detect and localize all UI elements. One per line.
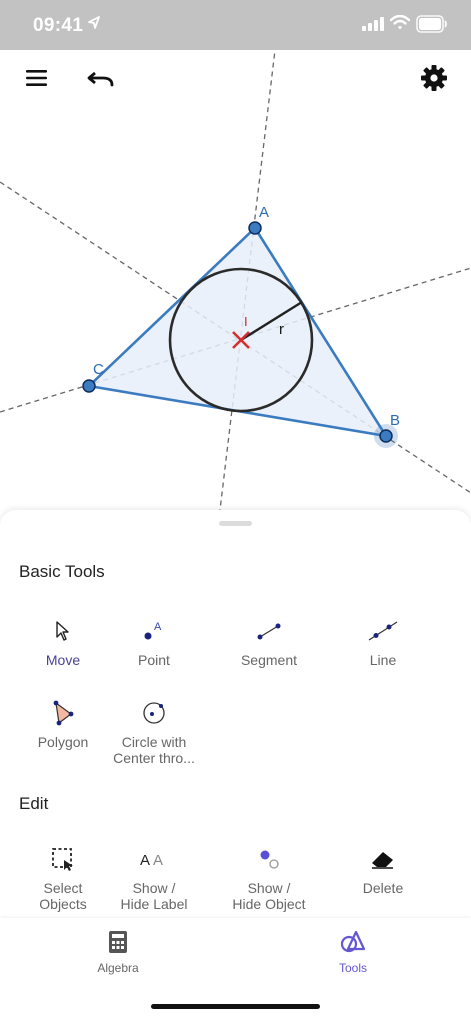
label-point-b: B bbox=[390, 412, 401, 429]
polygon-icon bbox=[53, 700, 74, 726]
point-icon: A bbox=[144, 621, 162, 640]
wifi-icon bbox=[390, 15, 410, 30]
svg-text:A: A bbox=[153, 852, 163, 869]
show-hide-object-icon bbox=[260, 850, 279, 869]
label-incenter: I bbox=[244, 314, 248, 329]
tool-label: Segment bbox=[240, 652, 298, 668]
calculator-icon bbox=[109, 931, 127, 953]
tool-delete[interactable]: Delete bbox=[328, 842, 438, 896]
tool-show-hide-object[interactable]: Show / Hide Object bbox=[214, 842, 324, 912]
label-radius: r bbox=[279, 321, 284, 338]
status-time: 09:41 bbox=[33, 15, 84, 36]
home-indicator bbox=[151, 1004, 320, 1009]
tool-point[interactable]: A Point bbox=[99, 614, 209, 668]
tab-label: Algebra bbox=[97, 961, 139, 975]
label-point-a: A bbox=[259, 204, 270, 221]
triangle-abc[interactable] bbox=[87, 226, 388, 438]
location-icon bbox=[88, 16, 100, 29]
tool-label: Show / Hide Label bbox=[120, 880, 188, 912]
battery-icon bbox=[416, 15, 447, 33]
eraser-icon bbox=[372, 852, 393, 869]
cursor-arrow-icon bbox=[56, 621, 69, 641]
tab-tools[interactable]: Tools bbox=[308, 930, 398, 975]
tool-label: Show / Hide Object bbox=[232, 880, 306, 912]
tool-label: Point bbox=[138, 652, 170, 668]
tool-line[interactable]: Line bbox=[328, 614, 438, 668]
segment-icon bbox=[257, 623, 281, 640]
tool-label: Line bbox=[369, 652, 397, 668]
section-title-basic-tools: Basic Tools bbox=[19, 562, 105, 581]
gear-icon[interactable] bbox=[420, 64, 448, 92]
shapes-icon bbox=[340, 930, 366, 953]
graphics-view[interactable]: A B C I r bbox=[0, 0, 471, 520]
drag-handle[interactable] bbox=[219, 521, 252, 526]
point-a[interactable] bbox=[248, 221, 262, 235]
undo-icon[interactable] bbox=[87, 66, 115, 90]
construction-svg bbox=[0, 0, 471, 511]
tool-label: Delete bbox=[362, 880, 404, 896]
line-icon bbox=[368, 621, 398, 641]
status-bar: 09:41 bbox=[0, 0, 471, 50]
tool-segment[interactable]: Segment bbox=[214, 614, 324, 668]
tool-circle-center-point[interactable]: Circle with Center thro... bbox=[99, 696, 209, 766]
point-c[interactable] bbox=[82, 379, 96, 393]
show-hide-label-icon: AA bbox=[140, 852, 163, 869]
tool-show-hide-label[interactable]: AA Show / Hide Label bbox=[99, 842, 209, 912]
section-title-edit: Edit bbox=[19, 794, 49, 813]
tool-label: Circle with Center thro... bbox=[113, 734, 195, 766]
svg-text:A: A bbox=[154, 621, 162, 633]
svg-text:A: A bbox=[140, 852, 150, 869]
signal-icon bbox=[362, 17, 384, 31]
hamburger-menu-icon[interactable] bbox=[24, 66, 50, 90]
tab-algebra[interactable]: Algebra bbox=[73, 930, 163, 975]
tools-panel: Basic Tools Move A Point Segment Line Po… bbox=[0, 510, 471, 920]
tab-label: Tools bbox=[338, 961, 367, 975]
select-objects-icon bbox=[52, 848, 73, 871]
label-point-c: C bbox=[93, 361, 104, 378]
circle-center-point-icon bbox=[143, 702, 165, 724]
point-b[interactable] bbox=[379, 429, 393, 443]
